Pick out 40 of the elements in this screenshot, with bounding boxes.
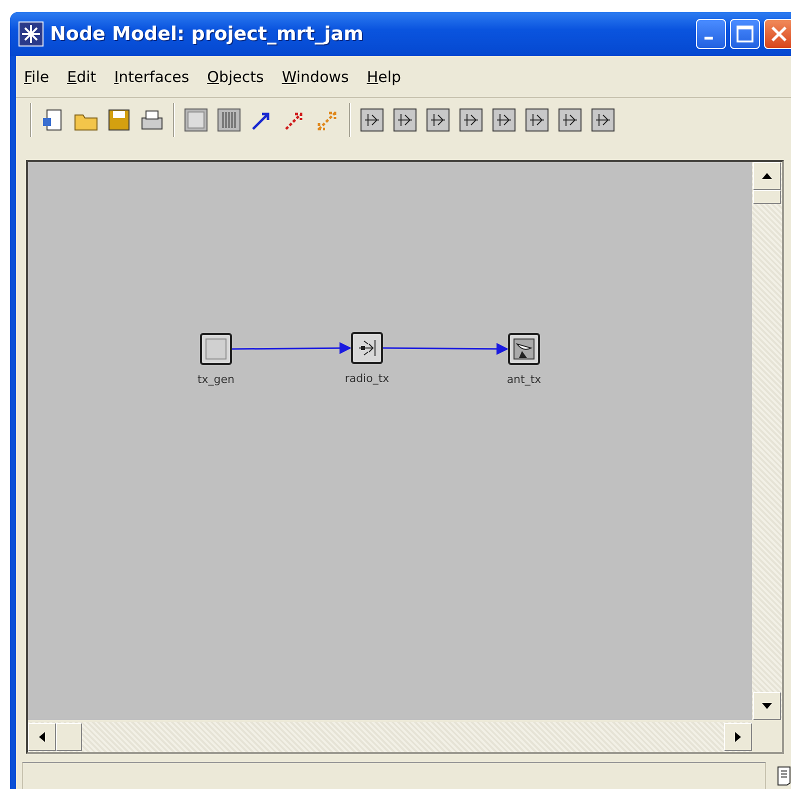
down-arrow-icon [762,703,772,709]
node[interactable] [200,333,232,365]
menu-item[interactable]: Interfaces [114,68,190,97]
node[interactable] [351,332,383,364]
scroll-up-button[interactable] [753,162,781,190]
transmitter-icon [356,337,378,359]
toolbar-icon[interactable] [457,106,485,134]
close-button[interactable] [764,19,791,49]
menu-item[interactable]: Help [366,68,402,97]
module-icon [205,338,227,360]
scroll-thumb[interactable] [56,723,82,751]
right-arrow-icon [735,732,741,742]
maximize-button[interactable] [730,19,760,49]
toolbar-icon[interactable] [424,106,452,134]
left-arrow-icon [39,732,45,742]
window-title: Node Model: project_mrt_jam [50,23,364,45]
toolbar-icon[interactable] [391,106,419,134]
star-icon [18,21,44,47]
menu-item[interactable]: File [24,68,50,97]
satellite-dish-icon [513,338,535,360]
minimize-button[interactable] [696,19,726,49]
node[interactable] [508,333,540,365]
toolbar-icon[interactable] [523,106,551,134]
menu-item[interactable]: Windows [282,68,349,97]
up-arrow-icon [762,173,772,179]
toolbar-icon[interactable] [358,106,386,134]
toolbar-icon[interactable] [556,106,584,134]
toolbar-icon[interactable] [182,106,210,134]
scroll-thumb[interactable] [753,190,781,204]
scroll-right-button[interactable] [724,723,752,751]
node-label: radio_tx [344,372,390,385]
toolbar-icon[interactable] [490,106,518,134]
node-label: tx_gen [196,373,236,386]
toolbar-icon[interactable] [589,106,617,134]
toolbar-icon[interactable] [215,106,243,134]
node-label: ant_tx [506,373,542,386]
scroll-left-button[interactable] [28,723,56,751]
menu-item[interactable]: Objects [207,68,264,97]
scroll-down-button[interactable] [753,692,781,720]
menu-item[interactable]: Edit [67,68,96,97]
